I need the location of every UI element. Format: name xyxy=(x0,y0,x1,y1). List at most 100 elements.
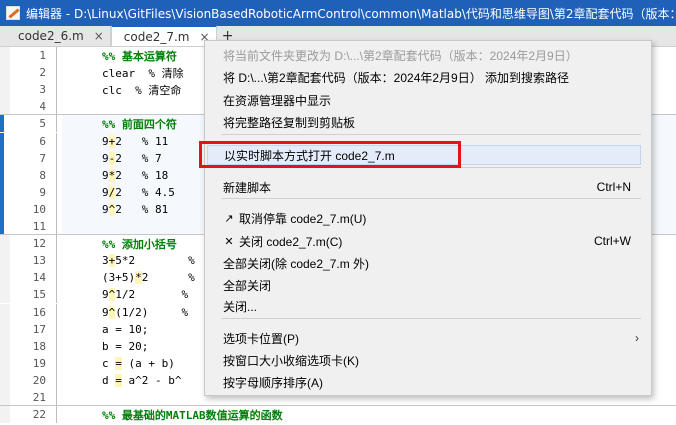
line-number: 5 xyxy=(39,117,46,131)
menu-item[interactable]: 在资源管理器中显示 xyxy=(205,90,651,110)
line-number: 9 xyxy=(39,185,46,199)
undock-icon: ↗ xyxy=(224,212,234,225)
code-token: 1/2 % xyxy=(115,288,189,302)
close-tab-icon[interactable]: × xyxy=(94,29,104,43)
code-token: 2 % 4.5 xyxy=(115,185,175,199)
menu-item[interactable]: 全部关闭(除 code2_7.m 外) xyxy=(205,253,651,273)
code-token: 9 xyxy=(102,134,109,148)
menu-shortcut: Ctrl+N xyxy=(596,180,631,194)
menu-item[interactable]: 将完整路径复制到剪贴板 xyxy=(205,112,651,132)
line-number: 12 xyxy=(32,237,46,251)
menu-item-label: 关闭 code2_7.m(C) xyxy=(239,234,343,249)
gutter-marker xyxy=(0,269,10,287)
fold-guide xyxy=(56,320,57,338)
code-text: 3+5*2 % xyxy=(102,254,195,268)
code-token: 3 xyxy=(102,254,109,268)
menu-item[interactable]: 新建脚本 Ctrl+N xyxy=(205,177,651,197)
line-number: 22 xyxy=(32,408,46,422)
line-number: 20 xyxy=(32,373,46,387)
fold-guide xyxy=(56,200,57,218)
code-token: 9 xyxy=(102,288,109,302)
gutter-marker xyxy=(0,98,10,116)
gutter-marker xyxy=(0,354,10,372)
menu-item-label: 将完整路径复制到剪贴板 xyxy=(223,115,356,130)
code-text: c = (a + b) xyxy=(102,356,175,370)
menu-item[interactable]: 全部关闭 xyxy=(205,275,651,295)
annotation-red-box xyxy=(199,141,461,168)
code-text: d = a^2 - b^ xyxy=(102,373,182,387)
fold-guide xyxy=(56,64,57,82)
gutter-marker xyxy=(0,218,4,235)
code-token: c xyxy=(102,356,116,370)
menu-item[interactable]: 选项卡位置(P) › xyxy=(205,328,651,348)
menu-separator xyxy=(221,198,641,199)
code-text: %% 前面四个符 xyxy=(102,117,177,131)
gutter-marker xyxy=(0,166,4,184)
menu-item-label: 选项卡位置(P) xyxy=(223,331,299,346)
code-text: 9+2 % 11 xyxy=(102,134,168,148)
fold-guide xyxy=(56,218,57,235)
code-text: %% 最基础的MATLAB数值运算的函数 xyxy=(102,408,283,422)
code-text: 9/2 % 4.5 xyxy=(102,185,175,199)
code-text: b = 20; xyxy=(102,339,149,353)
code-token: (a + b) xyxy=(121,356,175,370)
menu-item-label: 将 D:\...\第2章配套代码（版本：2024年2月9日） 添加到搜索路径 xyxy=(223,70,570,85)
menu-item[interactable]: 按字母顺序排序(A) xyxy=(205,372,651,392)
tab-code2-6[interactable]: code2_6.m × xyxy=(0,26,111,46)
gutter-marker xyxy=(0,200,4,218)
operator-token: * xyxy=(135,271,142,285)
fold-guide xyxy=(56,115,57,133)
gutter-marker xyxy=(0,235,10,253)
menu-item-label: 按字母顺序排序(A) xyxy=(223,375,323,390)
window-title: 编辑器 - D:\Linux\GitFiles\VisionBasedRobot… xyxy=(26,6,676,21)
code-token: 9 xyxy=(102,168,109,182)
menu-item[interactable]: ✕ 关闭 code2_7.m(C) Ctrl+W xyxy=(205,231,651,251)
code-text: 9-2 % 7 xyxy=(102,151,162,165)
gutter-marker xyxy=(0,115,4,133)
code-text: clc % 清空命 xyxy=(102,83,182,97)
editor-app-icon xyxy=(6,6,20,20)
menu-item-label: 关闭... xyxy=(223,299,258,314)
gutter-marker xyxy=(0,47,10,64)
menu-item-label: 将当前文件夹更改为 D:\...\第2章配套代码（版本：2024年2月9日） xyxy=(223,48,578,63)
gutter-marker xyxy=(0,320,10,338)
operator-token: = xyxy=(115,356,122,370)
gutter-marker xyxy=(0,64,10,82)
menu-item[interactable]: 关闭... xyxy=(205,296,651,316)
menu-item[interactable]: ↗ 取消停靠 code2_7.m(U) xyxy=(205,208,651,228)
fold-guide xyxy=(56,183,57,201)
tab-code2-7[interactable]: code2_7.m × xyxy=(110,25,217,46)
code-token: 9 xyxy=(102,202,109,216)
fold-guide xyxy=(56,132,57,150)
gutter-marker xyxy=(0,81,10,99)
gutter-marker xyxy=(0,337,10,355)
line-number: 2 xyxy=(39,66,46,80)
code-token: a^2 - b^ xyxy=(121,373,182,387)
menu-item-label: 取消停靠 code2_7.m(U) xyxy=(239,211,367,226)
fold-guide xyxy=(56,47,57,64)
menu-item[interactable]: 按窗口大小收缩选项卡(K) xyxy=(205,350,651,370)
menu-item[interactable]: 将 D:\...\第2章配套代码（版本：2024年2月9日） 添加到搜索路径 xyxy=(205,67,651,87)
line-number: 14 xyxy=(32,271,46,285)
line-number: 17 xyxy=(32,322,46,336)
code-token: 9 xyxy=(102,151,109,165)
operator-token: = xyxy=(115,373,122,387)
fold-guide xyxy=(56,98,57,116)
line-number: 15 xyxy=(32,288,46,302)
code-token: 2 % 81 xyxy=(115,202,169,216)
code-token: d xyxy=(102,373,116,387)
menu-separator xyxy=(221,134,641,135)
fold-guide xyxy=(56,286,57,304)
code-text: 9*2 % 18 xyxy=(102,168,168,182)
code-text: 9^1/2 % xyxy=(102,288,189,302)
line-number: 1 xyxy=(39,49,46,62)
menu-shortcut: Ctrl+W xyxy=(594,234,631,248)
menu-item-label: 新建脚本 xyxy=(223,180,272,195)
menu-separator xyxy=(221,318,641,319)
tab-context-menu: 将当前文件夹更改为 D:\...\第2章配套代码（版本：2024年2月9日） 将 … xyxy=(204,40,652,396)
line-number: 13 xyxy=(32,254,46,268)
line-number: 3 xyxy=(39,83,46,97)
code-line[interactable]: 22 %% 最基础的MATLAB数值运算的函数 xyxy=(0,406,676,424)
code-token: 5*2 % xyxy=(115,254,195,268)
gutter-marker xyxy=(0,132,4,150)
